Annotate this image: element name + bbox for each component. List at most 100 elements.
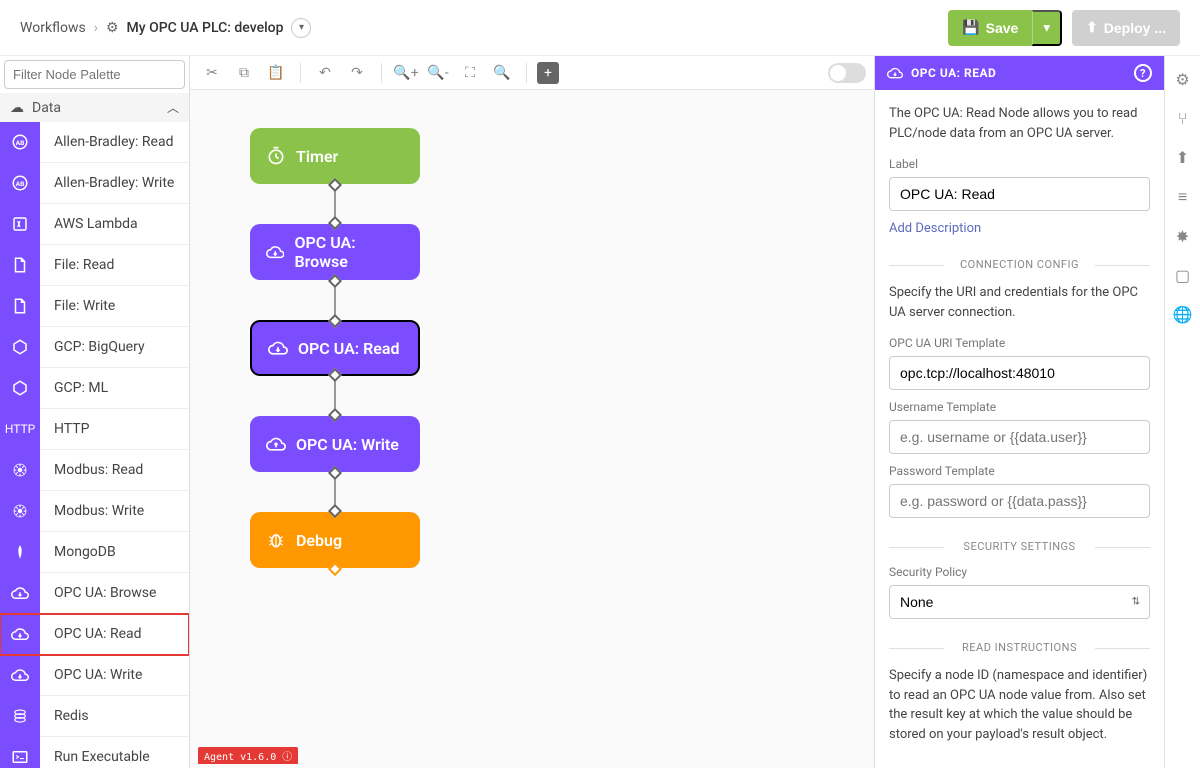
node-debug[interactable]: Debug: [250, 512, 420, 568]
node-opc-write[interactable]: OPC UA: Write: [250, 416, 420, 472]
gear-icon: ⚙: [106, 20, 119, 36]
cloud-download-icon: [268, 338, 288, 358]
node-opc-browse[interactable]: OPC UA: Browse: [250, 224, 420, 280]
zoom-in-icon[interactable]: 🔍+: [392, 59, 420, 87]
palette-item-label: Redis: [40, 708, 89, 724]
palette-item-modbus-write[interactable]: Modbus: Write: [0, 491, 189, 532]
read-desc: Specify a node ID (namespace and identif…: [889, 666, 1150, 744]
breadcrumb-dropdown[interactable]: ▾: [291, 18, 311, 38]
palette-item-label: HTTP: [40, 421, 89, 437]
palette-item-label: Modbus: Read: [40, 462, 143, 478]
palette-item-label: AWS Lambda: [40, 216, 138, 232]
palette-item-gcp-bigquery[interactable]: GCP: BigQuery: [0, 327, 189, 368]
undo-icon[interactable]: ↶: [311, 59, 339, 87]
mongo-icon: [0, 532, 40, 573]
security-section: SECURITY SETTINGS: [889, 540, 1150, 553]
http-icon: HTTP: [0, 409, 40, 450]
file-icon: [0, 245, 40, 286]
palette-item-label: Run Executable: [40, 749, 150, 765]
palette-item-label: OPC UA: Read: [40, 626, 142, 642]
branch-icon[interactable]: ⑂: [1178, 109, 1188, 128]
breadcrumb-root[interactable]: Workflows: [20, 20, 86, 36]
panel-description: The OPC UA: Read Node allows you to read…: [889, 104, 1150, 143]
cloud-icon: ☁: [10, 100, 24, 116]
read-section: READ INSTRUCTIONS: [889, 641, 1150, 654]
zoom-out-icon[interactable]: 🔍-: [424, 59, 452, 87]
palette-item-opc-ua-read[interactable]: OPC UA: Read: [0, 614, 189, 655]
right-toolbar: ⚙ ⑂ ⬆ ≡ ✸ ▢ 🌐: [1164, 56, 1200, 768]
label-field-label: Label: [889, 157, 1150, 171]
opc-icon: [0, 573, 40, 614]
lambda-icon: [0, 204, 40, 245]
ab-icon: AB: [0, 122, 40, 163]
cut-icon[interactable]: ✂: [198, 59, 226, 87]
file-icon: [0, 286, 40, 327]
toggle[interactable]: [828, 63, 866, 83]
palette-item-modbus-read[interactable]: Modbus: Read: [0, 450, 189, 491]
deploy-button[interactable]: ⬆Deploy ...: [1072, 10, 1180, 46]
palette-item-file-write[interactable]: File: Write: [0, 286, 189, 327]
bug-icon: [266, 530, 286, 550]
palette-item-label: File: Write: [40, 298, 115, 314]
palette-item-file-read[interactable]: File: Read: [0, 245, 189, 286]
uri-input[interactable]: [889, 356, 1150, 390]
connection-section: CONNECTION CONFIG: [889, 258, 1150, 271]
uri-label: OPC UA URI Template: [889, 336, 1150, 350]
breadcrumb-title: My OPC UA PLC: develop: [127, 20, 284, 36]
gcp-icon: [0, 327, 40, 368]
node-opc-read[interactable]: OPC UA: Read: [250, 320, 420, 376]
palette-item-http[interactable]: HTTPHTTP: [0, 409, 189, 450]
palette-item-run-executable[interactable]: Run Executable: [0, 737, 189, 768]
database-icon[interactable]: ≡: [1178, 187, 1187, 207]
palette-item-mongodb[interactable]: MongoDB: [0, 532, 189, 573]
debug-icon[interactable]: ✸: [1176, 227, 1189, 246]
label-input[interactable]: [889, 177, 1150, 211]
add-icon[interactable]: +: [537, 62, 559, 84]
filter-input[interactable]: [4, 60, 185, 89]
save-dropdown[interactable]: ▾: [1032, 10, 1062, 46]
copy-icon[interactable]: ⧉: [230, 59, 258, 87]
globe-icon[interactable]: 🌐: [1173, 305, 1193, 324]
device-icon[interactable]: ▢: [1175, 266, 1190, 285]
node-palette: ☁ Data ︿ ABAllen-Bradley: ReadABAllen-Br…: [0, 56, 190, 768]
exec-icon: [0, 737, 40, 768]
palette-category[interactable]: ☁ Data ︿: [0, 93, 189, 122]
node-timer[interactable]: Timer: [250, 128, 420, 184]
redo-icon[interactable]: ↷: [343, 59, 371, 87]
palette-item-opc-ua-browse[interactable]: OPC UA: Browse: [0, 573, 189, 614]
modbus-icon: [0, 450, 40, 491]
expand-icon[interactable]: ⛶: [456, 59, 484, 87]
password-label: Password Template: [889, 464, 1150, 478]
add-description-link[interactable]: Add Description: [889, 221, 981, 236]
settings-icon[interactable]: ⚙: [1175, 70, 1189, 89]
palette-item-gcp-ml[interactable]: GCP: ML: [0, 368, 189, 409]
help-icon[interactable]: ?: [1134, 64, 1152, 82]
palette-item-opc-ua-write[interactable]: OPC UA: Write: [0, 655, 189, 696]
username-label: Username Template: [889, 400, 1150, 414]
palette-item-redis[interactable]: Redis: [0, 696, 189, 737]
opc-icon: [0, 614, 40, 655]
palette-item-label: Modbus: Write: [40, 503, 144, 519]
agent-tag[interactable]: Agent v1.6.0 ⓘ: [198, 747, 298, 764]
username-input[interactable]: [889, 420, 1150, 454]
palette-item-allen-bradley-write[interactable]: ABAllen-Bradley: Write: [0, 163, 189, 204]
palette-item-allen-bradley-read[interactable]: ABAllen-Bradley: Read: [0, 122, 189, 163]
properties-panel: OPC UA: READ ? The OPC UA: Read Node all…: [874, 56, 1164, 768]
palette-item-label: MongoDB: [40, 544, 116, 560]
security-policy-label: Security Policy: [889, 565, 1150, 579]
paste-icon[interactable]: 📋: [262, 59, 290, 87]
password-input[interactable]: [889, 484, 1150, 518]
redis-icon: [0, 696, 40, 737]
panel-header: OPC UA: READ ?: [875, 56, 1164, 90]
zoom-reset-icon[interactable]: 🔍: [488, 59, 516, 87]
palette-item-label: OPC UA: Write: [40, 667, 142, 683]
canvas[interactable]: ✂ ⧉ 📋 ↶ ↷ 🔍+ 🔍- ⛶ 🔍 + Timer OPC U: [190, 56, 874, 768]
palette-item-label: GCP: ML: [40, 380, 108, 396]
palette-item-label: OPC UA: Browse: [40, 585, 156, 601]
save-icon: 💾: [962, 19, 979, 36]
upload-icon[interactable]: ⬆: [1176, 148, 1189, 167]
save-button[interactable]: 💾Save: [948, 10, 1032, 46]
opc-icon: [0, 655, 40, 696]
palette-item-aws-lambda[interactable]: AWS Lambda: [0, 204, 189, 245]
security-policy-select[interactable]: [889, 585, 1150, 619]
